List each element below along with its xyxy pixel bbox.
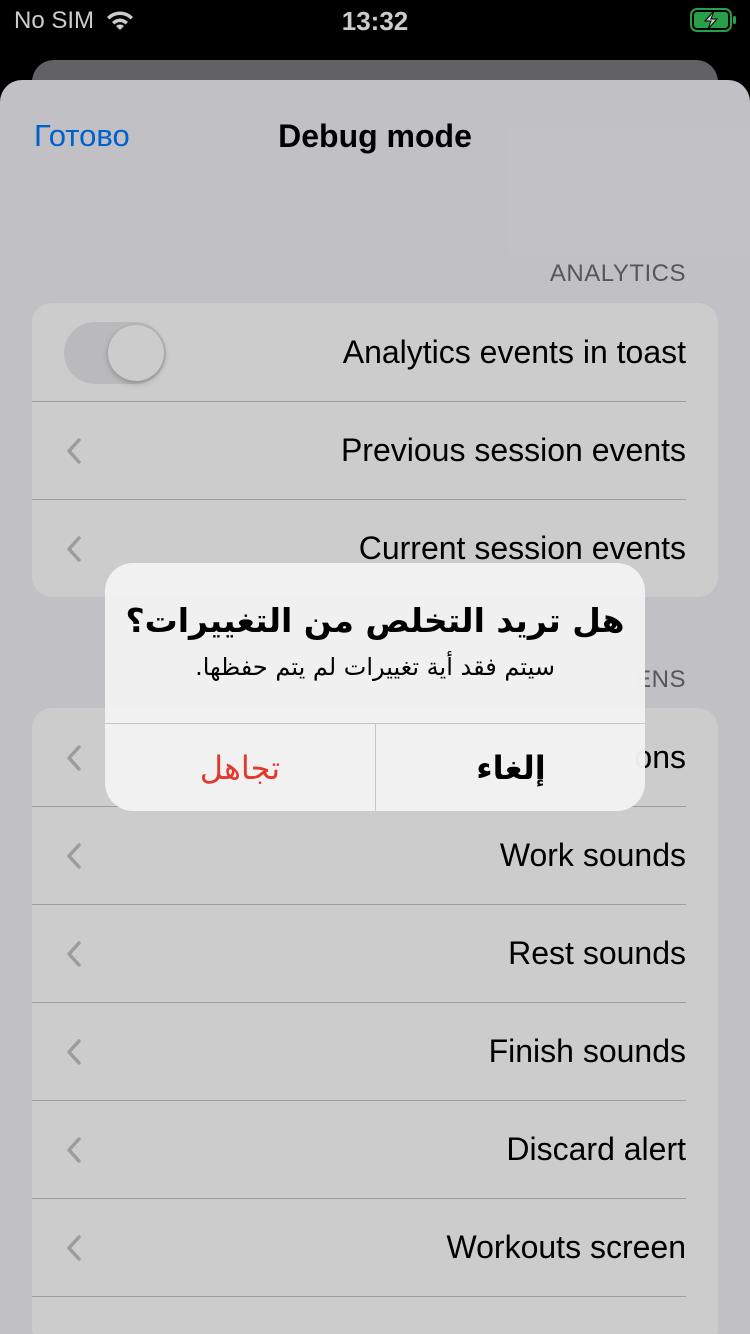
alert-button-bar: تجاهل إلغاء <box>105 723 645 811</box>
alert-message: سيتم فقد أية تغييرات لم يتم حفظها. <box>195 653 555 681</box>
discard-changes-alert: هل تريد التخلص من التغييرات؟ سيتم فقد أي… <box>105 563 645 811</box>
cancel-button[interactable]: إلغاء <box>375 724 645 811</box>
discard-button[interactable]: تجاهل <box>105 724 375 811</box>
alert-title: هل تريد التخلص من التغييرات؟ <box>125 601 625 640</box>
